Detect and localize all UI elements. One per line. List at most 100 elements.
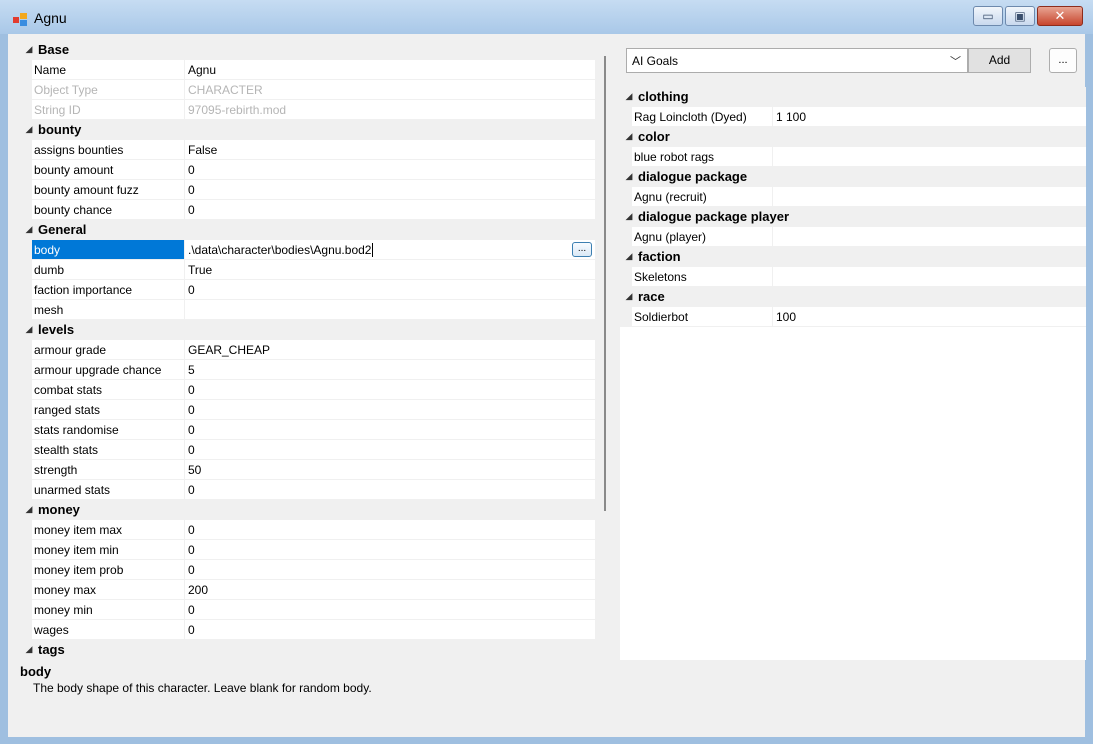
property-value[interactable]: 0	[185, 380, 595, 400]
property-value[interactable]: 0	[185, 160, 595, 180]
property-row[interactable]: money max 200	[20, 580, 595, 600]
property-row[interactable]: combat stats 0	[20, 380, 595, 400]
property-name[interactable]: stealth stats	[32, 440, 185, 460]
property-value[interactable]: 0	[185, 520, 595, 540]
property-value[interactable]	[773, 267, 1086, 287]
more-button[interactable]: ...	[1049, 48, 1077, 73]
property-row[interactable]: bounty amount 0	[20, 160, 595, 180]
collapse-caret-icon[interactable]: ◢	[620, 171, 638, 182]
collapse-caret-icon[interactable]: ◢	[20, 124, 38, 135]
references-grid[interactable]: ◢ clothing Rag Loincloth (Dyed) 1 100 ◢ color…	[620, 87, 1086, 660]
property-row[interactable]: assigns bounties False	[20, 140, 595, 160]
ai-goals-dropdown[interactable]: AI Goals ﹀	[626, 48, 968, 73]
property-name[interactable]: faction importance	[32, 280, 185, 300]
property-name[interactable]: money item max	[32, 520, 185, 540]
property-name[interactable]: money item min	[32, 540, 185, 560]
property-row[interactable]: Agnu (player)	[620, 227, 1086, 247]
property-row[interactable]: Soldierbot 100	[620, 307, 1086, 327]
splitter[interactable]	[604, 56, 606, 511]
category-header[interactable]: ◢ tags	[20, 640, 595, 660]
property-name[interactable]: combat stats	[32, 380, 185, 400]
category-header[interactable]: ◢ levels	[20, 320, 595, 340]
collapse-caret-icon[interactable]: ◢	[20, 644, 38, 655]
property-name[interactable]: unarmed stats	[32, 480, 185, 500]
property-name[interactable]: Soldierbot	[632, 307, 773, 327]
property-value[interactable]: 0	[185, 480, 595, 500]
property-value[interactable]: 0	[185, 200, 595, 220]
property-value[interactable]: GEAR_CHEAP	[185, 340, 595, 360]
add-button[interactable]: Add	[968, 48, 1031, 73]
property-value[interactable]: True	[185, 260, 595, 280]
property-grid[interactable]: ◢ Base Name Agnu Object Type CHARACTER String …	[20, 40, 595, 660]
property-name[interactable]: wages	[32, 620, 185, 640]
collapse-caret-icon[interactable]: ◢	[620, 91, 638, 102]
property-value[interactable]: Agnu	[185, 60, 595, 80]
property-name[interactable]: String ID	[32, 100, 185, 120]
property-value[interactable]: 0	[185, 280, 595, 300]
property-name[interactable]: money item prob	[32, 560, 185, 580]
property-row[interactable]: money item min 0	[20, 540, 595, 560]
browse-button[interactable]: ...	[572, 242, 592, 257]
property-row[interactable]: String ID 97095-rebirth.mod	[20, 100, 595, 120]
minimize-button[interactable]: ▭	[973, 6, 1003, 26]
property-value[interactable]: 0	[185, 620, 595, 640]
category-header[interactable]: ◢ dialogue package	[620, 167, 1086, 187]
property-row[interactable]: Name Agnu	[20, 60, 595, 80]
property-row[interactable]: faction importance 0	[20, 280, 595, 300]
property-name[interactable]: assigns bounties	[32, 140, 185, 160]
property-row[interactable]: Skeletons	[620, 267, 1086, 287]
collapse-caret-icon[interactable]: ◢	[620, 291, 638, 302]
property-name[interactable]: ranged stats	[32, 400, 185, 420]
collapse-caret-icon[interactable]: ◢	[620, 251, 638, 262]
property-row[interactable]: strength 50	[20, 460, 595, 480]
property-name[interactable]: armour grade	[32, 340, 185, 360]
property-name[interactable]: Rag Loincloth (Dyed)	[632, 107, 773, 127]
property-row[interactable]: armour grade GEAR_CHEAP	[20, 340, 595, 360]
collapse-caret-icon[interactable]: ◢	[20, 44, 38, 55]
collapse-caret-icon[interactable]: ◢	[20, 224, 38, 235]
property-value[interactable]: 0	[185, 560, 595, 580]
property-name[interactable]: mesh	[32, 300, 185, 320]
property-value[interactable]: 200	[185, 580, 595, 600]
property-row[interactable]: stats randomise 0	[20, 420, 595, 440]
property-value[interactable]: 1 100	[773, 107, 1086, 127]
property-name[interactable]: strength	[32, 460, 185, 480]
property-name[interactable]: blue robot rags	[632, 147, 773, 167]
property-value[interactable]: 0	[185, 540, 595, 560]
property-row[interactable]: unarmed stats 0	[20, 480, 595, 500]
property-name[interactable]: bounty chance	[32, 200, 185, 220]
category-header[interactable]: ◢ dialogue package player	[620, 207, 1086, 227]
property-name[interactable]: bounty amount fuzz	[32, 180, 185, 200]
category-header[interactable]: ◢ clothing	[620, 87, 1086, 107]
property-name[interactable]: Skeletons	[632, 267, 773, 287]
property-value[interactable]	[773, 187, 1086, 207]
category-header[interactable]: ◢ faction	[620, 247, 1086, 267]
property-name[interactable]: Object Type	[32, 80, 185, 100]
property-row[interactable]: bounty chance 0	[20, 200, 595, 220]
property-row[interactable]: armour upgrade chance 5	[20, 360, 595, 380]
category-header[interactable]: ◢ race	[620, 287, 1086, 307]
category-header[interactable]: ◢ money	[20, 500, 595, 520]
property-value[interactable]	[185, 300, 595, 320]
property-value[interactable]: 0	[185, 600, 595, 620]
property-row[interactable]: ranged stats 0	[20, 400, 595, 420]
property-row[interactable]: dumb True	[20, 260, 595, 280]
property-name[interactable]: Name	[32, 60, 185, 80]
property-name[interactable]: Agnu (player)	[632, 227, 773, 247]
collapse-caret-icon[interactable]: ◢	[20, 324, 38, 335]
category-header[interactable]: ◢ bounty	[20, 120, 595, 140]
maximize-button[interactable]: ▣	[1005, 6, 1035, 26]
property-name[interactable]: stats randomise	[32, 420, 185, 440]
property-value[interactable]	[773, 227, 1086, 247]
property-row[interactable]: stealth stats 0	[20, 440, 595, 460]
property-name[interactable]: Agnu (recruit)	[632, 187, 773, 207]
collapse-caret-icon[interactable]: ◢	[20, 504, 38, 515]
property-value[interactable]: 0	[185, 400, 595, 420]
collapse-caret-icon[interactable]: ◢	[620, 211, 638, 222]
category-header[interactable]: ◢ General	[20, 220, 595, 240]
property-row[interactable]: money item max 0	[20, 520, 595, 540]
category-header[interactable]: ◢ Base	[20, 40, 595, 60]
property-value[interactable]: 0	[185, 420, 595, 440]
property-row[interactable]: blue robot rags	[620, 147, 1086, 167]
property-name[interactable]: armour upgrade chance	[32, 360, 185, 380]
